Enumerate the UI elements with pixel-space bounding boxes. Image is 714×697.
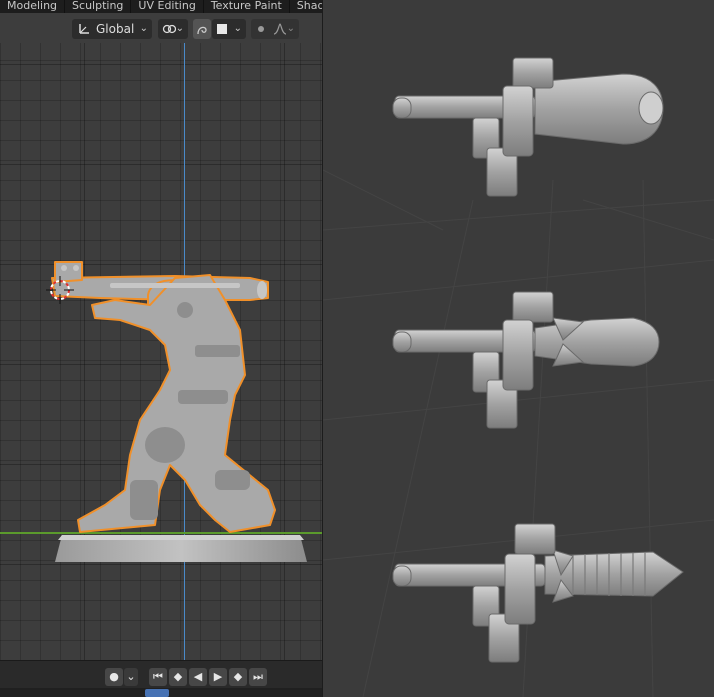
pivot-dropdown[interactable]: ⌄ bbox=[158, 19, 188, 39]
chevron-down-icon: ⌄ bbox=[175, 23, 184, 34]
transform-orientation-dropdown[interactable]: Global ⌄ bbox=[72, 19, 152, 39]
record-dropdown[interactable]: ⌄ bbox=[124, 668, 138, 686]
right-viewport[interactable] bbox=[323, 0, 714, 697]
tab-modeling[interactable]: Modeling bbox=[0, 0, 66, 13]
soldier-body bbox=[77, 274, 276, 533]
next-keyframe-button[interactable]: ◆ bbox=[229, 668, 247, 686]
launcher-2 bbox=[392, 291, 660, 429]
jump-start-button[interactable]: ⏮ bbox=[149, 668, 167, 686]
current-frame-indicator[interactable] bbox=[145, 689, 169, 697]
proportional-edit-toggle[interactable] bbox=[193, 19, 211, 39]
tab-sculpting[interactable]: Sculpting bbox=[65, 0, 132, 13]
tab-shading[interactable]: Shadi bbox=[290, 0, 323, 13]
orientation-label: Global bbox=[96, 22, 135, 36]
tab-uv-editing[interactable]: UV Editing bbox=[131, 0, 204, 13]
prev-keyframe-button[interactable]: ◆ bbox=[169, 668, 187, 686]
snapping-icon bbox=[162, 24, 176, 34]
proportional-edit-icon bbox=[197, 26, 207, 35]
chevron-down-icon: ⌄ bbox=[139, 23, 148, 34]
tab-texture-paint[interactable]: Texture Paint bbox=[204, 0, 290, 13]
orientation-axes-icon bbox=[79, 24, 89, 34]
keyframe-record-button[interactable]: ● bbox=[105, 668, 123, 686]
chevron-down-icon: ⌄ bbox=[233, 23, 242, 34]
falloff-curve-icon bbox=[273, 23, 287, 35]
viewport-header: Global ⌄ ⌄ ⌄ ⌄ bbox=[0, 13, 323, 43]
falloff-dot-icon bbox=[258, 26, 264, 32]
shading-icon bbox=[217, 24, 227, 34]
workspace-tabbar: Modeling Sculpting UV Editing Texture Pa… bbox=[0, 0, 323, 13]
launcher-sight bbox=[54, 261, 83, 283]
launcher-1 bbox=[392, 57, 664, 197]
shading-dropdown[interactable]: ⌄ bbox=[212, 19, 246, 39]
chevron-down-icon: ⌄ bbox=[286, 23, 295, 34]
falloff-dropdown[interactable]: ⌄ bbox=[251, 19, 299, 39]
play-button[interactable]: ▶ bbox=[209, 668, 227, 686]
left-viewport[interactable]: Modeling Sculpting UV Editing Texture Pa… bbox=[0, 0, 323, 697]
jump-end-button[interactable]: ⏭ bbox=[249, 668, 267, 686]
launcher-3 bbox=[392, 523, 684, 663]
play-reverse-button[interactable]: ◀ bbox=[189, 668, 207, 686]
soldier-model[interactable] bbox=[0, 0, 323, 697]
rocket-launchers[interactable] bbox=[323, 0, 714, 697]
